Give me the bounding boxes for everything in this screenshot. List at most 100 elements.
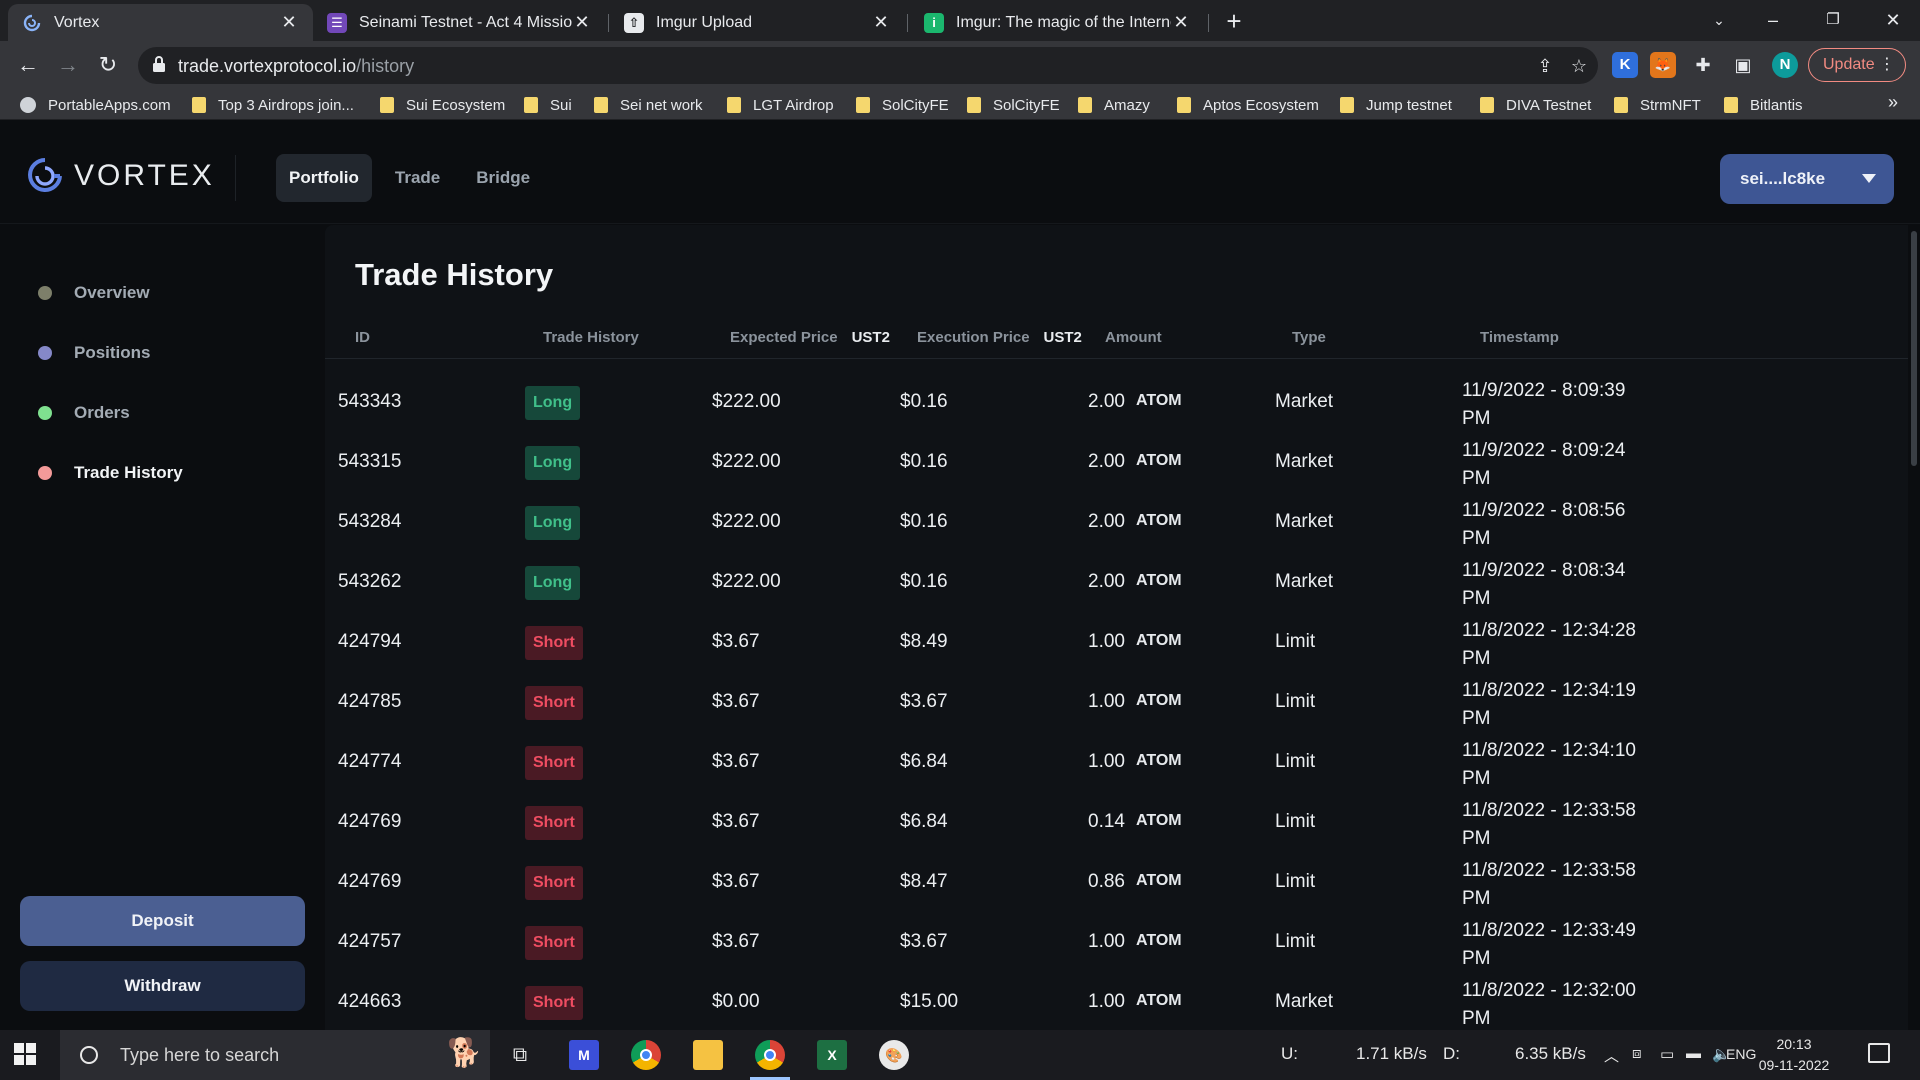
bookmark-star-icon[interactable]: ☆ — [1567, 54, 1591, 78]
vortex-logo[interactable]: VORTEX — [28, 157, 215, 195]
minimize-icon[interactable]: – — [1746, 0, 1800, 41]
column-header-execution-price: Execution Price UST2 — [917, 329, 1082, 346]
sidebar: Overview Positions Orders Trade History … — [0, 225, 325, 1030]
execution-price: $0.16 — [900, 571, 948, 592]
bookmark-label: Jump testnet — [1366, 96, 1452, 114]
bookmark-item[interactable]: Bitlantis — [1724, 95, 1803, 115]
globe-icon — [20, 97, 36, 113]
close-tab-icon[interactable]: ✕ — [572, 12, 592, 33]
forward-icon[interactable]: → — [52, 49, 84, 81]
bookmark-item[interactable]: SolCityFE — [856, 95, 949, 115]
trade-asset: ATOM — [1136, 812, 1182, 829]
window-close-icon[interactable]: ✕ — [1866, 0, 1920, 41]
chrome-active-icon[interactable] — [744, 1035, 796, 1080]
deposit-button[interactable]: Deposit — [20, 896, 305, 946]
tab-search-icon[interactable]: ⌄ — [1692, 0, 1746, 41]
close-tab-icon[interactable]: ✕ — [871, 12, 891, 33]
bookmark-item[interactable]: Sui — [524, 95, 572, 115]
side-badge: Long — [525, 446, 581, 480]
folder-icon — [856, 97, 870, 113]
bookmark-item[interactable]: PortableApps.com — [20, 95, 171, 115]
bookmark-label: LGT Airdrop — [753, 96, 834, 114]
expected-price: $0.00 — [712, 991, 760, 1012]
close-tab-icon[interactable]: ✕ — [279, 12, 299, 33]
execution-price: $0.16 — [900, 391, 948, 412]
clock-date: 09-11-2022 — [1758, 1057, 1830, 1073]
browser-tab-imgur-upload[interactable]: ⇧ Imgur Upload ✕ — [610, 4, 905, 41]
expected-price: $3.67 — [712, 871, 760, 892]
notification-center-icon[interactable] — [1868, 1043, 1890, 1063]
new-tab-button[interactable]: + — [1220, 7, 1248, 35]
trade-amount: 1.00 — [1088, 751, 1125, 772]
order-type: Market — [1275, 511, 1334, 532]
bookmark-label: Sui Ecosystem — [406, 96, 506, 114]
caret-down-icon — [1862, 174, 1876, 183]
side-badge: Short — [525, 866, 583, 900]
bookmark-item[interactable]: Aptos Ecosystem — [1177, 95, 1319, 115]
address-bar[interactable]: trade.vortexprotocol.io/history ⇪ ☆ — [138, 47, 1598, 84]
notes-app-icon[interactable]: M — [558, 1035, 610, 1075]
trade-timestamp: 11/9/2022 - 8:09:39 PM — [1462, 380, 1626, 429]
metamask-fox-icon[interactable]: 🦊 — [1650, 52, 1676, 78]
sidebar-item-overview[interactable]: Overview — [38, 279, 150, 307]
net-download-speed: 6.35 kB/s — [1515, 1044, 1586, 1063]
kebab-menu-icon[interactable]: ⋮ — [1879, 49, 1895, 81]
execution-price: $8.47 — [900, 871, 948, 892]
bookmark-item[interactable]: StrmNFT — [1614, 95, 1701, 115]
reload-icon[interactable]: ↻ — [92, 49, 124, 81]
wallet-dropdown[interactable]: sei....lc8ke — [1720, 154, 1894, 204]
folder-icon — [1340, 97, 1354, 113]
withdraw-button[interactable]: Withdraw — [20, 961, 305, 1011]
sidebar-item-trade-history[interactable]: Trade History — [38, 459, 183, 487]
browser-tab-vortex[interactable]: Vortex ✕ — [8, 4, 313, 41]
bookmark-item[interactable]: DIVA Testnet — [1480, 95, 1591, 115]
restore-icon[interactable]: ❐ — [1806, 0, 1860, 41]
profile-avatar[interactable]: N — [1772, 52, 1798, 78]
sidebar-item-orders[interactable]: Orders — [38, 399, 130, 427]
task-view-icon[interactable]: ⧉ — [494, 1035, 546, 1075]
browser-tab-seinami[interactable]: ☰ Seinami Testnet - Act 4 Mission S ✕ — [313, 4, 606, 41]
bookmark-item[interactable]: Top 3 Airdrops join... — [192, 95, 354, 115]
share-icon[interactable]: ⇪ — [1533, 54, 1557, 78]
more-bookmarks-icon[interactable]: » — [1888, 92, 1898, 113]
battery-icon[interactable]: ▭ — [1660, 1045, 1674, 1063]
expected-price: $3.67 — [712, 631, 760, 652]
browser-tab-imgur-home[interactable]: i Imgur: The magic of the Internet ✕ — [910, 4, 1205, 41]
extension-k-icon[interactable]: K — [1612, 52, 1638, 78]
bookmark-item[interactable]: Sei net work — [594, 95, 703, 115]
paint-icon[interactable]: 🎨 — [868, 1035, 920, 1075]
side-panel-icon[interactable]: ▣ — [1730, 52, 1756, 78]
excel-icon[interactable]: X — [806, 1035, 858, 1075]
nav-trade[interactable]: Trade — [382, 154, 453, 202]
windows-start-icon[interactable] — [14, 1043, 36, 1065]
trade-id: 543284 — [338, 511, 402, 532]
bookmark-item[interactable]: Jump testnet — [1340, 95, 1452, 115]
order-type: Market — [1275, 391, 1334, 412]
trade-asset: ATOM — [1136, 992, 1182, 1009]
brand-name: VORTEX — [74, 159, 215, 192]
bookmark-item[interactable]: Amazy — [1078, 95, 1150, 115]
scrollbar-thumb[interactable] — [1911, 231, 1917, 466]
update-button[interactable]: Update ⋮ — [1808, 48, 1906, 82]
app-header: VORTEX Portfolio Trade Bridge sei....lc8… — [0, 121, 1920, 224]
page-scrollbar[interactable] — [1908, 225, 1920, 1030]
folder-icon — [192, 97, 206, 113]
bookmark-item[interactable]: Sui Ecosystem — [380, 95, 505, 115]
nav-bridge[interactable]: Bridge — [463, 154, 543, 202]
bookmark-item[interactable]: LGT Airdrop — [727, 95, 834, 115]
close-tab-icon[interactable]: ✕ — [1171, 12, 1191, 33]
display-icon[interactable]: ⧈ — [1632, 1045, 1642, 1062]
bookmark-item[interactable]: SolCityFE — [967, 95, 1060, 115]
table-row: 424769 Short $3.67 $6.84 0.14 ATOM Limit 11/8/2… — [325, 793, 1908, 853]
extensions-puzzle-icon[interactable]: ✚ — [1690, 52, 1716, 78]
network-icon[interactable]: ▬ — [1686, 1045, 1701, 1062]
taskbar-search-box[interactable]: Type here to search 🐕 — [60, 1030, 490, 1080]
file-explorer-icon[interactable] — [682, 1035, 734, 1075]
chrome-icon[interactable] — [620, 1035, 672, 1075]
back-icon[interactable]: ← — [12, 49, 44, 81]
show-hidden-icons-icon[interactable]: ︿ — [1604, 1045, 1619, 1066]
execution-price: $15.00 — [900, 991, 959, 1012]
taskbar-clock[interactable]: 20:13 09-11-2022 — [1746, 1034, 1842, 1076]
sidebar-item-positions[interactable]: Positions — [38, 339, 151, 367]
nav-portfolio[interactable]: Portfolio — [276, 154, 372, 202]
